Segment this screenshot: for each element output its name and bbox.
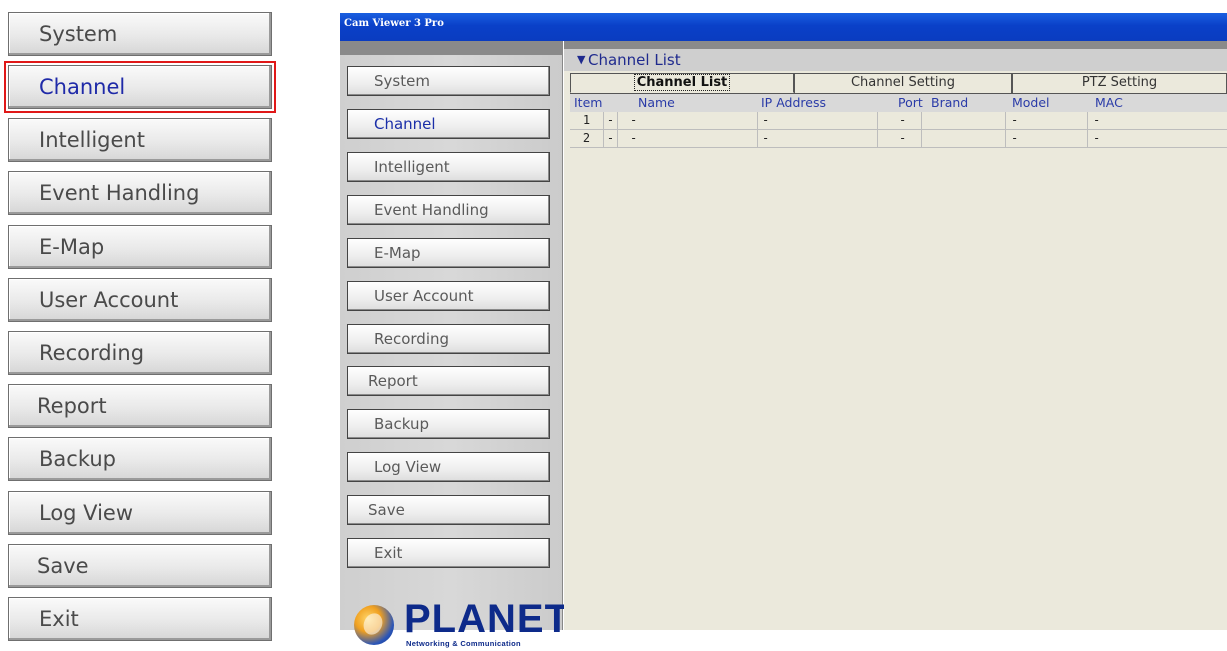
cell-ip: -	[758, 112, 878, 129]
table-header: Item Name IP Address Port Brand Model MA…	[570, 93, 1227, 112]
col-model[interactable]: Model	[1012, 94, 1050, 112]
zoomed-menu: System Channel Intelligent Event Handlin…	[0, 0, 290, 641]
big-menu-user-account-button[interactable]: User Account	[8, 278, 272, 322]
sidebar-top-strip	[340, 41, 562, 55]
app-window: Cam Viewer 3 Pro System Channel Intellig…	[340, 13, 1227, 648]
sidebar-item-event-handling[interactable]: Event Handling	[347, 195, 550, 225]
table-row[interactable]: 2 - - - - - -	[570, 130, 1227, 148]
sidebar-item-log-view[interactable]: Log View	[347, 452, 550, 482]
planet-globe-icon	[354, 605, 394, 645]
sidebar-item-exit[interactable]: Exit	[347, 538, 550, 568]
content-top-strip	[564, 41, 1227, 49]
big-menu-exit-button[interactable]: Exit	[8, 597, 272, 641]
planet-logo: PLANET Networking & Communication	[354, 599, 569, 651]
cell-brand	[922, 130, 1006, 147]
big-menu-save-button[interactable]: Save	[8, 544, 272, 588]
cell-brand	[922, 112, 1006, 129]
cell-model: -	[1006, 130, 1088, 147]
logo-text: PLANET	[404, 597, 570, 641]
sidebar-item-user-account[interactable]: User Account	[347, 281, 550, 311]
sidebar-item-report[interactable]: Report	[347, 366, 550, 396]
col-port[interactable]: Port	[898, 94, 923, 112]
cell-item: 2	[570, 130, 604, 147]
panel-header: ▼ Channel List	[564, 49, 1227, 71]
cell-mac: -	[1093, 113, 1101, 127]
panel-title: Channel List	[588, 51, 681, 69]
sidebar-item-channel[interactable]: Channel	[347, 109, 550, 139]
col-brand[interactable]: Brand	[931, 94, 968, 112]
cell-model: -	[1006, 112, 1088, 129]
tab-ptz-setting[interactable]: PTZ Setting	[1012, 73, 1227, 93]
big-menu-channel-button[interactable]: Channel	[4, 61, 276, 113]
cell-port: -	[878, 130, 922, 147]
sidebar-item-backup[interactable]: Backup	[347, 409, 550, 439]
tab-channel-list-label: Channel List	[633, 74, 731, 91]
logo-subtext: Networking & Communication	[406, 639, 521, 648]
big-menu-event-handling-button[interactable]: Event Handling	[8, 171, 272, 215]
cell-flag: -	[604, 130, 618, 147]
col-item[interactable]: Item	[574, 94, 602, 112]
chevron-down-icon: ▼	[577, 53, 586, 66]
tab-channel-setting[interactable]: Channel Setting	[794, 73, 1012, 93]
big-menu-intelligent-button[interactable]: Intelligent	[8, 118, 272, 162]
cell-mac: -	[1093, 131, 1101, 145]
cell-item: 1	[570, 112, 604, 129]
sidebar: System Channel Intelligent Event Handlin…	[340, 41, 569, 648]
sidebar-item-recording[interactable]: Recording	[347, 324, 550, 354]
big-menu-system-button[interactable]: System	[8, 12, 272, 56]
cell-name: -	[618, 130, 758, 147]
col-name[interactable]: Name	[638, 94, 675, 112]
col-ip-address[interactable]: IP Address	[761, 94, 826, 112]
big-menu-report-button[interactable]: Report	[8, 384, 272, 428]
window-title: Cam Viewer 3 Pro	[344, 18, 444, 29]
big-menu-backup-button[interactable]: Backup	[8, 437, 272, 481]
col-mac[interactable]: MAC	[1095, 94, 1123, 112]
channel-table: Item Name IP Address Port Brand Model MA…	[570, 93, 1227, 148]
tab-strip: Channel List Channel Setting PTZ Setting	[564, 71, 1227, 93]
big-menu-emap-button[interactable]: E-Map	[8, 225, 272, 269]
big-menu-recording-button[interactable]: Recording	[8, 331, 272, 375]
sidebar-item-save[interactable]: Save	[347, 495, 550, 525]
sidebar-item-emap[interactable]: E-Map	[347, 238, 550, 268]
cell-flag: -	[604, 112, 618, 129]
tab-ptz-setting-label: PTZ Setting	[1081, 75, 1158, 90]
title-bar[interactable]: Cam Viewer 3 Pro	[340, 13, 1227, 41]
cell-ip: -	[758, 130, 878, 147]
big-menu-log-view-button[interactable]: Log View	[8, 491, 272, 535]
cell-port: -	[878, 112, 922, 129]
table-row[interactable]: 1 - - - - - -	[570, 112, 1227, 130]
content-area: ▼ Channel List Channel List Channel Sett…	[564, 41, 1227, 630]
cell-name: -	[618, 112, 758, 129]
tab-channel-list[interactable]: Channel List	[570, 73, 794, 93]
sidebar-item-system[interactable]: System	[347, 66, 550, 96]
sidebar-item-intelligent[interactable]: Intelligent	[347, 152, 550, 182]
tab-channel-setting-label: Channel Setting	[850, 75, 956, 90]
